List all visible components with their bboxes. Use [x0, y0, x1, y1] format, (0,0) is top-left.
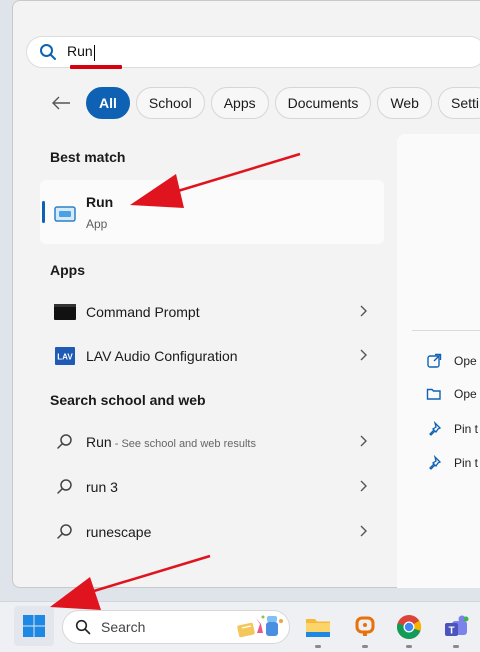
search-icon	[54, 476, 76, 498]
action-label: Pin t	[454, 456, 479, 470]
teams-icon[interactable]: T	[443, 614, 469, 640]
filter-chip-all[interactable]: All	[86, 87, 130, 119]
action-label: Ope	[454, 354, 477, 368]
selection-indicator	[42, 201, 45, 223]
best-match-card[interactable]	[40, 180, 384, 244]
start-button[interactable]	[14, 606, 54, 646]
best-match-header: Best match	[50, 149, 126, 165]
back-arrow-icon[interactable]	[48, 92, 74, 114]
search-query: Run	[67, 43, 93, 60]
app-item-label: LAV Audio Configuration	[86, 348, 238, 364]
web-result-runescape[interactable]: runescape	[40, 511, 384, 553]
action-label: Ope	[454, 387, 477, 401]
action-pin-to-taskbar[interactable]: Pin t	[426, 455, 478, 471]
chevron-right-icon	[360, 525, 367, 537]
app-item-label: Command Prompt	[86, 304, 200, 320]
filter-chips: All School Apps Documents Web Setti	[86, 87, 480, 119]
chrome-icon[interactable]	[396, 614, 422, 640]
web-result-text: run 3	[86, 479, 118, 495]
search-icon	[39, 43, 57, 61]
svg-text:LAV: LAV	[57, 353, 73, 362]
running-indicator	[406, 645, 412, 648]
running-indicator	[453, 645, 459, 648]
windows-logo-icon	[23, 615, 45, 637]
preview-divider	[412, 330, 480, 331]
web-result-label: Run - See school and web results	[86, 434, 256, 450]
chevron-right-icon	[360, 435, 367, 447]
chevron-right-icon	[360, 305, 367, 317]
apps-header: Apps	[50, 262, 85, 278]
app-item-command-prompt[interactable]: Command Prompt	[40, 291, 384, 333]
app-indicator-orange-icon[interactable]	[352, 614, 378, 640]
action-open-file-location[interactable]: Ope	[426, 387, 477, 401]
web-result-run-3[interactable]: run 3	[40, 466, 384, 508]
search-web-header: Search school and web	[50, 392, 206, 408]
search-icon	[75, 619, 91, 635]
best-match-title: Run	[86, 194, 114, 210]
web-result-hint: - See school and web results	[111, 438, 256, 450]
running-indicator	[362, 645, 368, 648]
running-indicator	[315, 645, 321, 648]
filter-chip-web[interactable]: Web	[377, 87, 432, 119]
open-external-icon	[427, 353, 442, 368]
filter-chip-settings[interactable]: Setti	[437, 87, 480, 119]
search-box[interactable]: Run	[26, 36, 480, 68]
search-icon	[54, 521, 76, 543]
folder-icon	[426, 388, 441, 400]
taskbar-search-label: Search	[101, 619, 146, 635]
file-explorer-icon[interactable]	[305, 614, 331, 640]
lav-audio-icon: LAV	[54, 345, 76, 367]
web-result-run[interactable]: Run - See school and web results	[40, 421, 384, 463]
command-prompt-icon	[54, 301, 76, 323]
chevron-right-icon	[360, 480, 367, 492]
search-icon	[54, 431, 76, 453]
text-caret	[93, 44, 95, 61]
filter-chip-documents[interactable]: Documents	[274, 87, 372, 119]
chevron-right-icon	[360, 349, 367, 361]
action-label: Pin t	[454, 422, 479, 436]
run-app-icon	[54, 204, 78, 229]
svg-text:T: T	[448, 626, 454, 637]
action-pin-to-start[interactable]: Pin t	[426, 421, 478, 437]
search-highlight-illustration-icon	[237, 615, 283, 638]
pin-icon	[429, 455, 442, 470]
filter-chip-school[interactable]: School	[135, 87, 205, 119]
filter-chip-apps[interactable]: Apps	[210, 87, 269, 119]
red-underline-annotation	[70, 65, 122, 69]
pin-icon	[429, 421, 442, 436]
web-result-text: Run	[86, 434, 112, 450]
action-open[interactable]: Ope	[426, 353, 477, 369]
web-result-text: runescape	[86, 524, 152, 540]
app-item-lav-audio-configuration[interactable]: LAV LAV Audio Configuration	[40, 335, 384, 377]
best-match-subtitle: App	[86, 217, 108, 231]
search-input[interactable]: Run	[67, 43, 95, 61]
